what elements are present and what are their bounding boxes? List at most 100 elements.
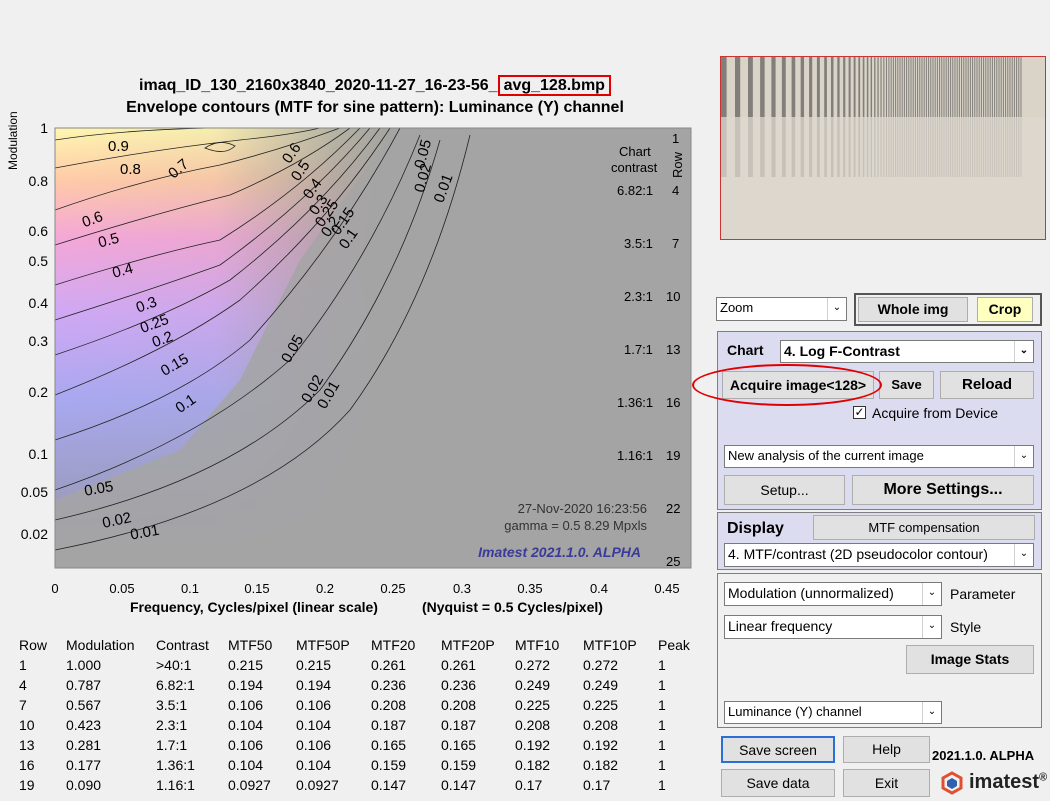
table-cell: 0.194 bbox=[296, 677, 332, 693]
style-label: Style bbox=[950, 619, 982, 635]
mtf-compensation-button[interactable]: MTF compensation bbox=[813, 515, 1035, 540]
table-cell: 1 bbox=[658, 677, 666, 693]
table-cell: >40:1 bbox=[156, 657, 192, 673]
chart-select[interactable]: 4. Log F-Contrast ⌄ bbox=[780, 340, 1034, 363]
y-tick: 0.8 bbox=[29, 173, 49, 189]
table-cell: 0.423 bbox=[66, 717, 102, 733]
table-cell: 0.104 bbox=[228, 757, 264, 773]
contrast-value: 1.36:1 bbox=[617, 395, 653, 410]
table-cell: 0.187 bbox=[371, 717, 407, 733]
table-cell: 0.272 bbox=[583, 657, 619, 673]
x-tick: 0.15 bbox=[244, 581, 269, 596]
image-thumbnail[interactable] bbox=[720, 56, 1046, 240]
table-cell: 1.000 bbox=[66, 657, 102, 673]
row-tick: 25 bbox=[666, 554, 680, 569]
y-tick: 1 bbox=[40, 120, 48, 136]
analysis-select[interactable]: New analysis of the current image ⌄ bbox=[724, 445, 1034, 468]
acquire-highlight-oval bbox=[692, 364, 882, 406]
table-header-row: Row Modulation Contrast MTF50 MTF50P MTF… bbox=[19, 635, 698, 655]
table-cell: 0.236 bbox=[441, 677, 477, 693]
save-data-button[interactable]: Save data bbox=[721, 769, 835, 797]
acquire-from-device-checkbox[interactable]: ✓ bbox=[853, 406, 866, 419]
y-tick-labels: 1 0.8 0.6 0.5 0.4 0.3 0.2 0.1 0.05 0.02 bbox=[21, 120, 48, 542]
table-cell: 0.104 bbox=[296, 717, 332, 733]
contrast-value: 2.3:1 bbox=[624, 289, 653, 304]
x-tick: 0.45 bbox=[654, 581, 679, 596]
table-row: 4 0.787 6.82:1 0.194 0.194 0.236 0.236 0.249 0.2… bbox=[19, 675, 698, 695]
table-cell: 1 bbox=[658, 657, 666, 673]
brand-mark: ® bbox=[1039, 771, 1048, 784]
table-cell: 0.159 bbox=[441, 757, 477, 773]
x-tick: 0.1 bbox=[181, 581, 199, 596]
save-screen-button[interactable]: Save screen bbox=[721, 736, 835, 763]
table-cell: 0.187 bbox=[441, 717, 477, 733]
table-cell: 13 bbox=[19, 737, 35, 753]
setup-button[interactable]: Setup... bbox=[724, 475, 845, 505]
table-cell: 1 bbox=[19, 657, 27, 673]
table-cell: 7 bbox=[19, 697, 27, 713]
chevron-down-icon: ⌄ bbox=[827, 298, 846, 320]
y-tick: 0.4 bbox=[29, 295, 49, 311]
x-tick-labels: 0 0.05 0.1 0.15 0.2 0.25 0.3 0.35 0.4 0.… bbox=[51, 581, 679, 596]
table-cell: 0.165 bbox=[371, 737, 407, 753]
table-cell: 0.165 bbox=[441, 737, 477, 753]
y-tick: 0.5 bbox=[29, 253, 49, 269]
table-cell: 0.090 bbox=[66, 777, 102, 793]
zoom-select-value: Zoom bbox=[720, 300, 754, 315]
x-tick: 0.05 bbox=[109, 581, 134, 596]
save-button[interactable]: Save bbox=[879, 371, 934, 399]
more-settings-button[interactable]: More Settings... bbox=[852, 475, 1034, 505]
channel-select[interactable]: Luminance (Y) channel ⌄ bbox=[724, 701, 942, 724]
table-cell: 19 bbox=[19, 777, 35, 793]
table-cell: 0.567 bbox=[66, 697, 102, 713]
parameter-label: Parameter bbox=[950, 586, 1016, 602]
whole-img-button[interactable]: Whole img bbox=[858, 297, 968, 322]
y-tick: 0.1 bbox=[29, 446, 49, 462]
table-row: 19 0.090 1.16:1 0.0927 0.0927 0.147 0.147 0.17 0… bbox=[19, 775, 698, 795]
table-cell: 0.208 bbox=[583, 717, 619, 733]
table-cell: 0.182 bbox=[583, 757, 619, 773]
row-tick: 4 bbox=[672, 183, 679, 198]
plot-gamma-info: gamma = 0.5 8.29 Mpxls bbox=[504, 518, 647, 533]
table-cell: 1 bbox=[658, 777, 666, 793]
thumbnail-fade bbox=[721, 117, 1045, 239]
display-select[interactable]: 4. MTF/contrast (2D pseudocolor contour)… bbox=[724, 543, 1034, 567]
parameter-select[interactable]: Modulation (unnormalized) ⌄ bbox=[724, 582, 942, 606]
table-header: MTF20 bbox=[371, 637, 416, 653]
table-cell: 0.249 bbox=[515, 677, 551, 693]
chevron-down-icon: ⌄ bbox=[1014, 446, 1033, 467]
table-cell: 0.147 bbox=[371, 777, 407, 793]
chart-label: Chart bbox=[727, 342, 764, 358]
reload-button[interactable]: Reload bbox=[940, 371, 1034, 399]
table-cell: 1 bbox=[658, 737, 666, 753]
chart-contrast-label-1: Chart bbox=[619, 144, 651, 159]
table-cell: 1.36:1 bbox=[156, 757, 195, 773]
table-cell: 0.787 bbox=[66, 677, 102, 693]
x-tick: 0.25 bbox=[380, 581, 405, 596]
plot-timestamp: 27-Nov-2020 16:23:56 bbox=[518, 501, 647, 516]
zoom-select[interactable]: Zoom ⌄ bbox=[716, 297, 847, 321]
crop-button[interactable]: Crop bbox=[977, 297, 1033, 322]
x-axis-nyquist-note: (Nyquist = 0.5 Cycles/pixel) bbox=[422, 599, 603, 615]
exit-button[interactable]: Exit bbox=[843, 769, 930, 797]
x-tick: 0.35 bbox=[517, 581, 542, 596]
table-cell: 0.104 bbox=[228, 717, 264, 733]
help-button[interactable]: Help bbox=[843, 736, 930, 763]
version-label: 2021.1.0. ALPHA bbox=[932, 748, 1035, 763]
table-row: 1 1.000 >40:1 0.215 0.215 0.261 0.261 0.272 0.27… bbox=[19, 655, 698, 675]
table-cell: 0.106 bbox=[296, 737, 332, 753]
table-cell: 0.104 bbox=[296, 757, 332, 773]
table-cell: 16 bbox=[19, 757, 35, 773]
table-cell: 0.159 bbox=[371, 757, 407, 773]
table-cell: 0.0927 bbox=[228, 777, 271, 793]
x-tick: 0.4 bbox=[590, 581, 608, 596]
chevron-down-icon: ⌄ bbox=[922, 616, 941, 638]
y-tick: 0.05 bbox=[21, 484, 48, 500]
chevron-down-icon: ⌄ bbox=[1014, 341, 1033, 362]
image-stats-button[interactable]: Image Stats bbox=[906, 645, 1034, 674]
table-cell: 0.236 bbox=[371, 677, 407, 693]
imatest-logo-graphic bbox=[941, 771, 963, 795]
table-cell: 0.249 bbox=[583, 677, 619, 693]
style-select[interactable]: Linear frequency ⌄ bbox=[724, 615, 942, 639]
brand-text: imatest bbox=[969, 771, 1040, 793]
